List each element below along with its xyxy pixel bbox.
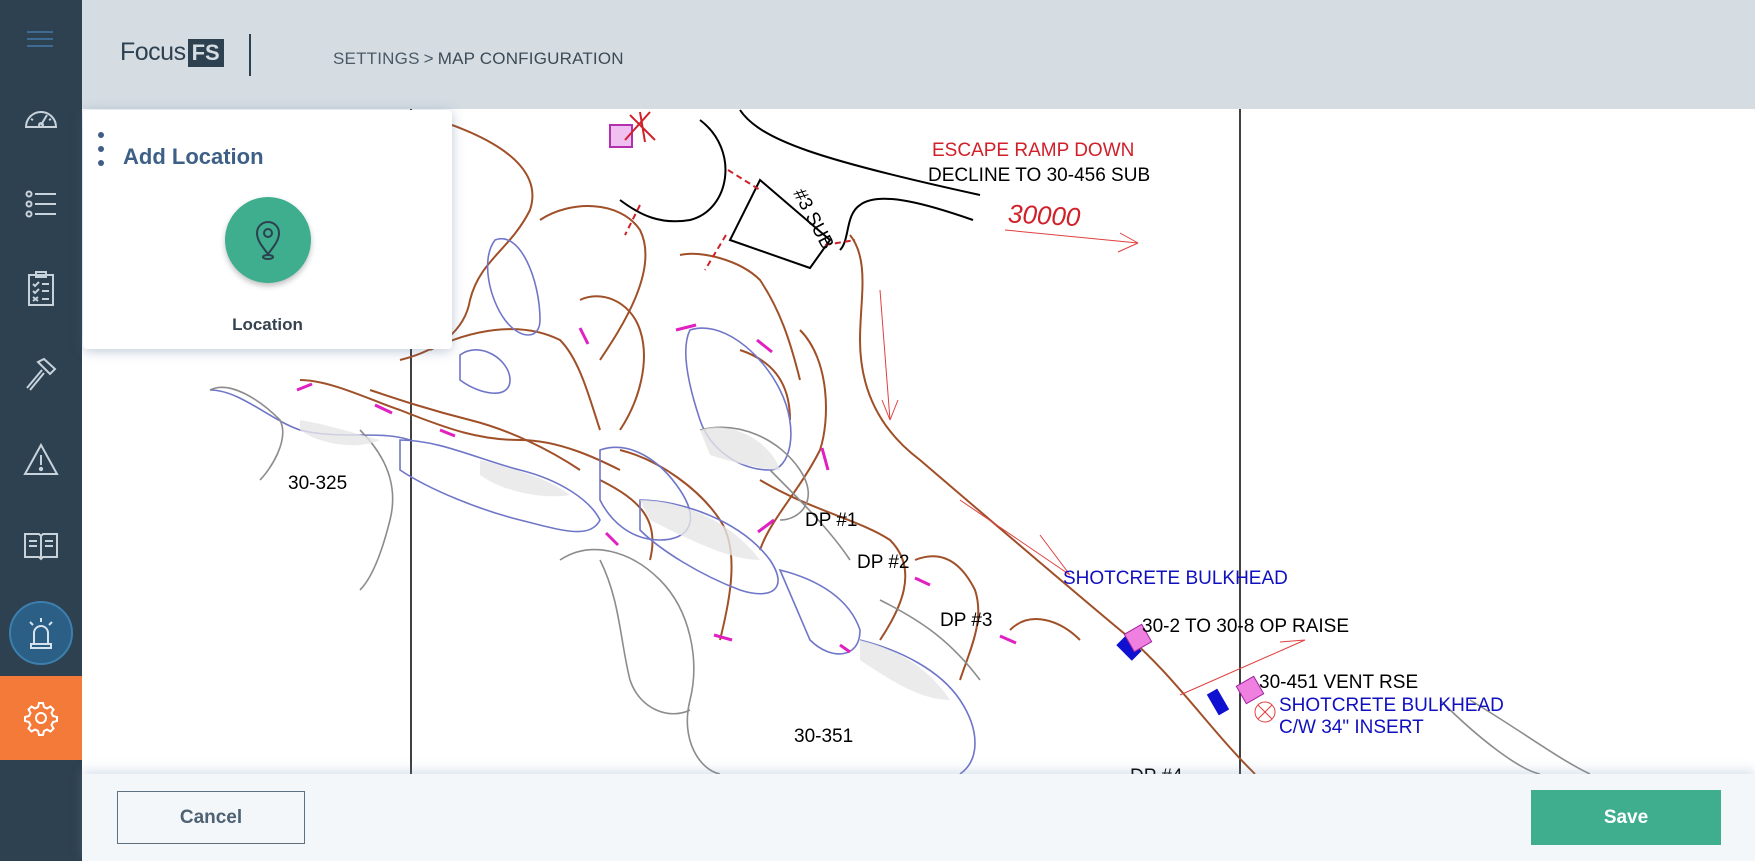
logo-box: FS	[187, 38, 224, 67]
sidebar-item-library[interactable]	[0, 503, 82, 587]
map-pin-icon	[255, 221, 281, 260]
label-decline: DECLINE TO 30-456 SUB	[928, 165, 1150, 186]
breadcrumb-current: MAP CONFIGURATION	[437, 49, 624, 68]
location-label: Location	[232, 315, 303, 334]
label-30-351: 30-351	[794, 726, 853, 747]
label-30-325: 30-325	[288, 473, 347, 494]
sidebar-item-tools[interactable]	[0, 333, 82, 417]
header-divider	[249, 34, 251, 76]
label-dp2: DP #2	[857, 552, 909, 573]
sidebar	[0, 0, 82, 861]
save-button[interactable]: Save	[1531, 790, 1721, 845]
label-dp1: DP #1	[805, 510, 857, 531]
dashboard-gauge-icon	[24, 111, 58, 128]
sidebar-item-list[interactable]	[0, 162, 82, 246]
hammer-icon	[26, 357, 57, 391]
footer-bar: Cancel Save	[82, 774, 1755, 861]
label-dp3: DP #3	[940, 610, 992, 631]
breadcrumb-settings[interactable]: SETTINGS	[333, 49, 420, 68]
label-shotcrete-bulkhead-1: SHOTCRETE BULKHEAD	[1063, 568, 1288, 589]
label-escape-ramp: ESCAPE RAMP DOWN	[932, 140, 1134, 161]
checklist-clipboard-icon	[28, 271, 54, 306]
label-shotcrete-bulkhead-2: SHOTCRETE BULKHEAD	[1279, 695, 1504, 716]
add-location-panel: Add Location Location	[83, 110, 452, 349]
alarm-beacon-icon	[29, 618, 53, 649]
panel-title: Add Location	[123, 144, 264, 169]
app-header: Focus FS SETTINGS > MAP CONFIGURATION	[82, 0, 1755, 109]
add-location-button[interactable]	[225, 197, 311, 283]
breadcrumb: SETTINGS > MAP CONFIGURATION	[333, 49, 624, 69]
sidebar-item-alerts[interactable]	[0, 591, 82, 675]
sidebar-item-checklist[interactable]	[0, 247, 82, 331]
logo-text: Focus	[120, 38, 186, 66]
label-op-raise: 30-2 TO 30-8 OP RAISE	[1142, 616, 1349, 637]
focusfs-logo[interactable]: Focus FS	[120, 38, 224, 67]
sidebar-item-hazards[interactable]	[0, 418, 82, 502]
label-insert: C/W 34" INSERT	[1279, 717, 1424, 738]
warning-icon	[23, 442, 59, 475]
list-icon	[25, 190, 56, 218]
breadcrumb-separator: >	[423, 49, 434, 68]
sidebar-item-settings[interactable]	[0, 676, 82, 760]
cancel-button[interactable]: Cancel	[117, 791, 305, 844]
label-dp4: DP #4	[1130, 766, 1183, 774]
label-vent-raise: 30-451 VENT RSE	[1259, 672, 1418, 693]
gear-icon	[24, 702, 58, 736]
menu-icon[interactable]	[27, 28, 53, 50]
alert-indicator	[9, 601, 73, 665]
label-level-30000: 30000	[1007, 198, 1081, 232]
sidebar-item-dashboard[interactable]	[0, 77, 82, 161]
book-icon	[24, 533, 58, 561]
label-sub3: #3 SUB	[788, 185, 837, 253]
panel-drag-handle[interactable]	[98, 132, 106, 176]
